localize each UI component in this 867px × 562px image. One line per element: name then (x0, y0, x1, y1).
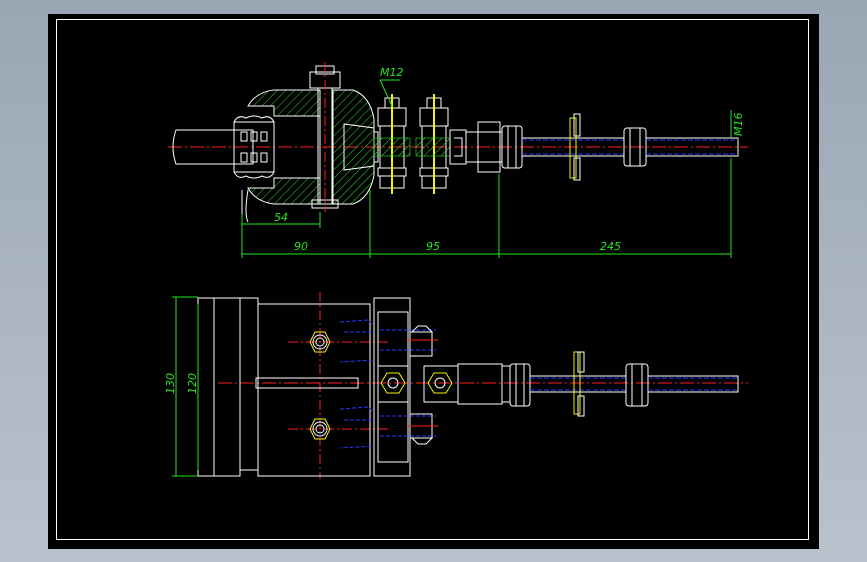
center-nut-1 (377, 365, 409, 403)
dim-130: 130 (164, 373, 177, 394)
drawing-sheet: M12 M16 54 90 95 245 130 120 (48, 14, 819, 549)
front-view: M12 M16 54 90 95 245 (168, 62, 748, 258)
center-nut-2 (423, 365, 459, 403)
plan-rod (529, 351, 739, 417)
cad-drawing: M12 M16 54 90 95 245 130 120 (164, 62, 748, 479)
m12-bolt-2 (415, 94, 451, 194)
clevis-housing (241, 89, 375, 226)
dim-120: 120 (186, 373, 199, 394)
plan-coupler (457, 363, 531, 407)
side-bolt-lower (408, 413, 438, 445)
dim-90: 90 (294, 240, 308, 253)
dim-95: 95 (426, 240, 440, 253)
dim-54: 54 (274, 211, 288, 224)
dim-245: 245 (600, 240, 621, 253)
m12-bolt-1 (373, 94, 411, 194)
plan-view: 130 120 (164, 292, 748, 479)
m12-label: M12 (380, 66, 404, 79)
m16-label: M16 (732, 113, 745, 137)
clamp-block (197, 297, 371, 477)
m12-leader (379, 79, 400, 107)
